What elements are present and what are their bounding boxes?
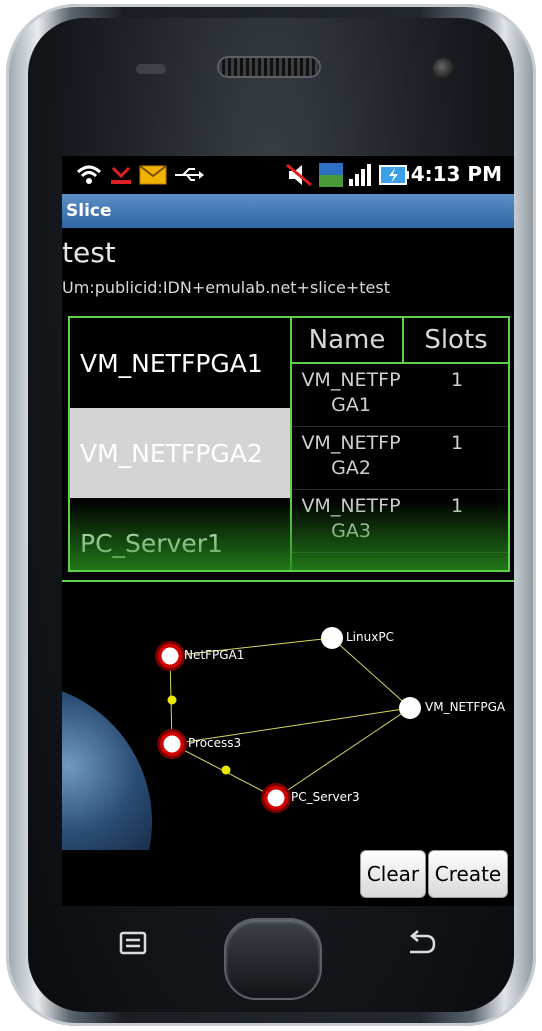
- status-bar: 4:13 PM: [62, 156, 514, 194]
- battery-icon: [378, 162, 410, 188]
- link-midpoint-dot[interactable]: [167, 695, 177, 705]
- graph-label-linuxpc: LinuxPC: [346, 630, 394, 644]
- usb-icon: [172, 162, 206, 188]
- node-item-vm-netfpga1[interactable]: VM_NETFPGA1: [70, 318, 290, 408]
- row-slots: 1: [450, 495, 464, 517]
- row-slots: 1: [450, 432, 464, 454]
- create-button[interactable]: Create: [428, 850, 508, 898]
- 3g-icon: [318, 162, 344, 188]
- row-slots: 1: [450, 369, 464, 391]
- slice-urn: Um:publicid:IDN+emulab.net+slice+test: [62, 278, 390, 297]
- front-camera: [433, 58, 455, 80]
- link-midpoint-dot[interactable]: [221, 765, 231, 775]
- clock: 4:13 PM: [410, 162, 502, 186]
- node-item-pc-server1[interactable]: PC_Server1: [70, 498, 290, 588]
- topology-graph[interactable]: NetFPGA1 LinuxPC VM_NETFPGA Process3 PC_…: [62, 582, 514, 850]
- slice-name: test: [62, 236, 116, 269]
- wifi-icon: [74, 162, 104, 188]
- node-panel: VM_NETFPGA1 VM_NETFPGA2 PC_Server1 Name …: [68, 316, 510, 572]
- button-bar: Clear Create: [62, 850, 514, 906]
- column-header-name[interactable]: Name: [292, 318, 404, 362]
- email-icon: [138, 162, 168, 188]
- app-title-bar: Slice: [62, 194, 514, 228]
- table-row[interactable]: VM_NETFPGA1 1: [292, 364, 508, 427]
- row-name: VM_NETFPGA3: [301, 495, 401, 542]
- graph-canvas[interactable]: [62, 582, 514, 850]
- node-list: VM_NETFPGA1 VM_NETFPGA2 PC_Server1: [70, 318, 290, 570]
- graph-links: [169, 637, 411, 799]
- table-header: Name Slots: [292, 318, 508, 364]
- mute-icon: [284, 162, 314, 188]
- slot-table: Name Slots VM_NETFPGA1 1 VM_NETFPGA2 1 V…: [292, 318, 508, 570]
- link-pcserver3-vmnetfpga: [275, 707, 411, 799]
- graph-label-pc-server3: PC_Server3: [291, 790, 360, 804]
- graph-label-process3: Process3: [188, 736, 242, 750]
- graph-node-netfpga1[interactable]: [155, 641, 185, 671]
- graph-node-linuxpc[interactable]: [321, 627, 343, 649]
- row-name: VM_NETFPGA1: [301, 369, 401, 416]
- table-row[interactable]: VM_NETFPGA2 1: [292, 427, 508, 490]
- missed-call-icon: [108, 162, 134, 188]
- clear-button[interactable]: Clear: [360, 850, 426, 898]
- row-name: VM_NETFPGA2: [301, 432, 401, 479]
- graph-node-pc-server3[interactable]: [261, 783, 291, 813]
- earpiece-speaker: [219, 58, 319, 76]
- graph-node-process3[interactable]: [157, 729, 187, 759]
- home-button[interactable]: [226, 920, 320, 998]
- column-header-slots[interactable]: Slots: [404, 318, 508, 362]
- table-row[interactable]: VM_NETFPGA3 1: [292, 490, 508, 553]
- graph-label-vm-netfpga: VM_NETFPGA: [425, 700, 506, 714]
- menu-key-icon[interactable]: [118, 930, 148, 956]
- link-linuxpc-vmnetfpga: [331, 637, 411, 709]
- node-item-vm-netfpga2[interactable]: VM_NETFPGA2: [70, 408, 290, 498]
- back-key-icon[interactable]: [404, 930, 438, 956]
- proximity-sensor: [136, 64, 166, 74]
- graph-node-vm-netfpga[interactable]: [399, 697, 421, 719]
- graph-label-netfpga1: NetFPGA1: [184, 648, 245, 662]
- app-title: Slice: [66, 201, 112, 221]
- signal-icon: [348, 162, 372, 188]
- screen: 4:13 PM Slice test Um:publicid:IDN+emula…: [62, 156, 514, 906]
